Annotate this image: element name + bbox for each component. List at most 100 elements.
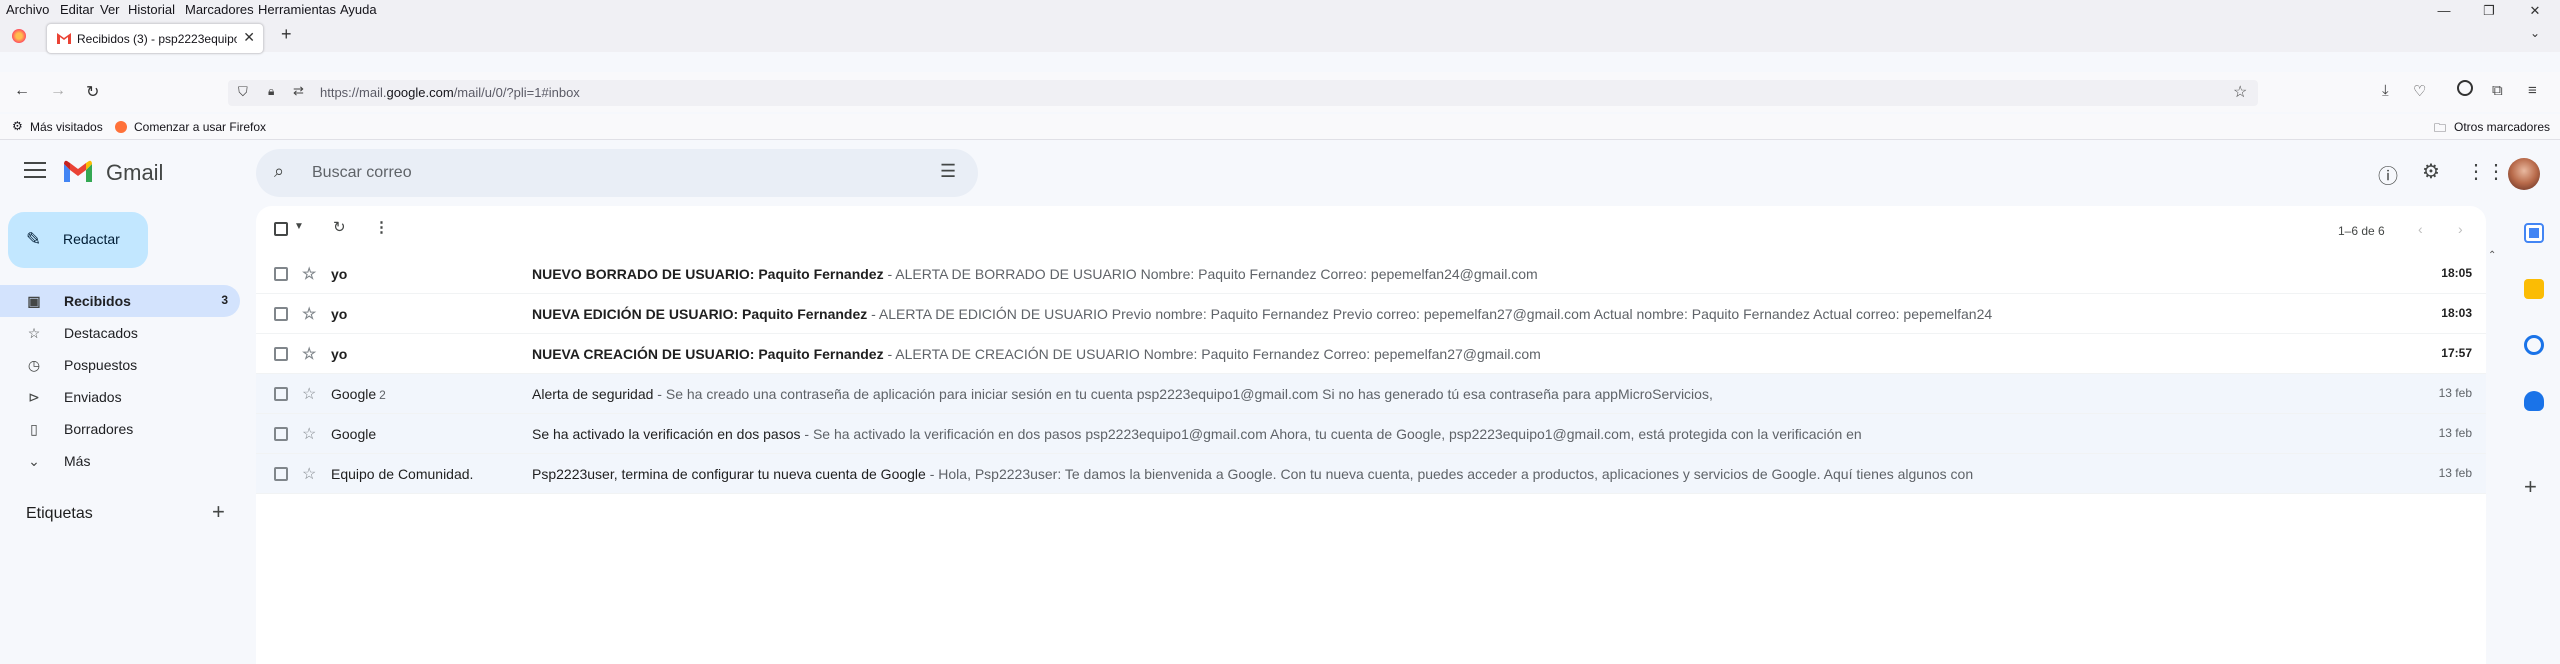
select-dropdown-icon[interactable]: ▼	[294, 221, 304, 232]
email-subject: Se ha activado la verificación en dos pa…	[532, 426, 801, 442]
row-checkbox[interactable]	[274, 267, 288, 281]
url-text[interactable]: https://mail.google.com/mail/u/0/?pli=1#…	[320, 85, 580, 100]
nav-drafts[interactable]: ▯ Borradores	[0, 413, 240, 445]
forward-icon[interactable]: →	[50, 82, 66, 100]
shield-icon[interactable]: ⛉	[238, 84, 248, 100]
nav-drafts-label: Borradores	[64, 421, 134, 437]
older-page-icon[interactable]: ›	[2458, 221, 2463, 237]
extensions-icon[interactable]: ⧉	[2492, 82, 2503, 99]
permissions-icon[interactable]: ⇄	[293, 83, 304, 99]
row-checkbox[interactable]	[274, 307, 288, 321]
nav-snoozed[interactable]: ◷ Pospuestos	[0, 349, 240, 381]
email-snippet: - Se ha activado la verificación en dos …	[800, 426, 1862, 442]
new-tab-icon[interactable]: +	[281, 24, 292, 45]
thread-count: 2	[379, 388, 386, 402]
gmail-logo-icon[interactable]	[62, 160, 94, 184]
restore-icon[interactable]: ❐	[2472, 0, 2506, 22]
search-icon[interactable]: ⌕	[274, 161, 284, 182]
list-tabs-icon[interactable]: ⌄	[2530, 26, 2540, 40]
row-checkbox[interactable]	[274, 467, 288, 481]
email-row[interactable]: ☆ yo NUEVA EDICIÓN DE USUARIO: Paquito Fer…	[256, 294, 2486, 334]
email-content: Alerta de seguridad - Se ha creado una c…	[532, 386, 2382, 402]
menu-historial[interactable]: Historial	[128, 2, 175, 17]
more-options-icon[interactable]: ⋮	[374, 218, 389, 236]
get-addons-icon[interactable]: +	[2524, 474, 2537, 500]
star-icon[interactable]: ☆	[302, 384, 316, 404]
keep-icon[interactable]	[2524, 279, 2544, 299]
help-icon[interactable]: ⓘ	[2378, 160, 2398, 189]
send-icon: ⊳	[28, 389, 40, 405]
email-row[interactable]: ☆ Equipo de Comunidad. Psp2223user, termin…	[256, 454, 2486, 494]
refresh-icon[interactable]: ↻	[333, 218, 346, 236]
tab-bar: Recibidos (3) - psp2223equipo1 ✕ + ⌄	[0, 20, 2560, 54]
reload-icon[interactable]: ↻	[86, 82, 99, 102]
search-bar[interactable]: ⌕ Buscar correo ☰	[256, 149, 978, 197]
add-label-icon[interactable]: +	[212, 499, 225, 525]
menu-archivo[interactable]: Archivo	[6, 2, 49, 17]
email-sender: Equipo de Comunidad.	[331, 466, 474, 482]
nav-sent[interactable]: ⊳ Enviados	[0, 381, 240, 413]
firefox-view-icon[interactable]	[12, 29, 26, 43]
avatar[interactable]	[2508, 158, 2540, 190]
newer-page-icon[interactable]: ‹	[2418, 221, 2423, 237]
nav-inbox[interactable]: ▣ Recibidos 3	[0, 285, 240, 317]
email-date: 18:03	[2441, 306, 2472, 320]
email-subject: NUEVA CREACIÓN DE USUARIO: Paquito Ferna…	[532, 346, 884, 362]
menu-herramientas[interactable]: Herramientas	[258, 2, 336, 17]
star-icon[interactable]: ☆	[302, 344, 316, 364]
bookmark-star-icon[interactable]: ☆	[2233, 82, 2247, 102]
email-row[interactable]: ☆ Google Se ha activado la verificación en…	[256, 414, 2486, 454]
labels-heading: Etiquetas	[26, 505, 93, 522]
select-all-checkbox[interactable]	[274, 222, 288, 236]
menu-ver[interactable]: Ver	[100, 2, 120, 17]
nav-inbox-label: Recibidos	[64, 293, 131, 309]
calendar-icon[interactable]	[2524, 223, 2544, 243]
apps-grid-icon[interactable]: ⋮⋮	[2466, 159, 2506, 184]
menu-editar[interactable]: Editar	[60, 2, 94, 17]
nav-starred-label: Destacados	[64, 325, 138, 341]
nav-more[interactable]: ⌄ Más	[0, 445, 240, 477]
email-snippet: - Se ha creado una contraseña de aplicac…	[653, 386, 1713, 402]
close-tab-icon[interactable]: ✕	[243, 29, 255, 46]
star-icon[interactable]: ☆	[302, 464, 316, 484]
downloads-icon[interactable]: ⤓	[2382, 82, 2389, 99]
bookmark-other[interactable]: Otros marcadores	[2454, 120, 2550, 134]
tasks-icon[interactable]	[2524, 335, 2544, 355]
menu-marcadores[interactable]: Marcadores	[185, 2, 254, 17]
menu-ayuda[interactable]: Ayuda	[340, 2, 377, 17]
email-sender: yo	[331, 306, 348, 322]
search-options-icon[interactable]: ☰	[940, 161, 956, 182]
row-checkbox[interactable]	[274, 427, 288, 441]
compose-label: Redactar	[63, 231, 120, 247]
nav-starred[interactable]: ☆ Destacados	[0, 317, 240, 349]
row-checkbox[interactable]	[274, 347, 288, 361]
back-icon[interactable]: ←	[14, 82, 30, 100]
scrollbar[interactable]: ⌃	[2487, 250, 2497, 664]
email-row[interactable]: ☆ yo NUEVO BORRADO DE USUARIO: Paquito Fer…	[256, 254, 2486, 294]
email-row[interactable]: ☆ Google 2 Alerta de seguridad - Se ha crea…	[256, 374, 2486, 414]
app-menu-icon[interactable]: ≡	[2528, 82, 2537, 99]
search-input[interactable]: Buscar correo	[312, 164, 412, 182]
email-subject: Alerta de seguridad	[532, 386, 654, 402]
contacts-icon[interactable]	[2524, 391, 2544, 411]
bookmark-most-visited[interactable]: Más visitados	[30, 120, 103, 134]
nav-snoozed-label: Pospuestos	[64, 357, 138, 373]
settings-icon[interactable]: ⚙	[2422, 159, 2440, 184]
gear-icon: ⚙	[12, 119, 23, 133]
minimize-icon[interactable]: —	[2427, 0, 2461, 22]
compose-button[interactable]: ✎ Redactar	[8, 212, 148, 268]
tab-gmail[interactable]: Recibidos (3) - psp2223equipo1 ✕	[46, 23, 264, 54]
email-row[interactable]: ☆ yo NUEVA CREACIÓN DE USUARIO: Paquito Fe…	[256, 334, 2486, 374]
star-icon[interactable]: ☆	[302, 424, 316, 444]
main-menu-icon[interactable]	[24, 162, 46, 178]
lock-icon[interactable]: 🔒︎	[268, 84, 274, 99]
account-icon[interactable]	[2457, 80, 2473, 96]
star-icon[interactable]: ☆	[302, 304, 316, 324]
bookmark-getting-started[interactable]: Comenzar a usar Firefox	[134, 120, 266, 134]
email-subject: NUEVA EDICIÓN DE USUARIO: Paquito Fernan…	[532, 306, 868, 322]
close-window-icon[interactable]: ✕	[2518, 0, 2552, 22]
row-checkbox[interactable]	[274, 387, 288, 401]
pencil-icon: ✎	[26, 229, 42, 249]
star-icon[interactable]: ☆	[302, 264, 316, 284]
pocket-icon[interactable]: ♡	[2413, 82, 2426, 100]
